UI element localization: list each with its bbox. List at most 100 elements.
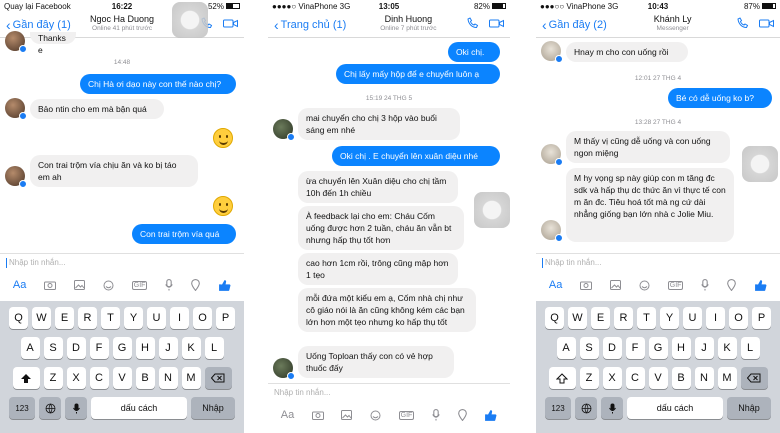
key-e[interactable]: E	[55, 307, 74, 329]
photo-icon[interactable]	[341, 410, 353, 420]
key-z[interactable]: Z	[579, 367, 599, 389]
key-p[interactable]: P	[752, 307, 771, 329]
microphone-icon[interactable]	[432, 409, 440, 421]
key-h[interactable]: H	[671, 337, 691, 359]
camera-icon[interactable]	[44, 280, 57, 290]
key-c[interactable]: C	[89, 367, 109, 389]
chat-head-overlay[interactable]	[742, 146, 778, 182]
chat-title[interactable]: Dinh Huong Online 7 phút trước	[380, 14, 436, 32]
microphone-icon[interactable]	[701, 279, 710, 291]
chat-head-overlay[interactable]	[172, 2, 208, 38]
chat-head-overlay[interactable]	[474, 192, 510, 228]
key-v[interactable]: V	[648, 367, 668, 389]
chat-title[interactable]: Ngoc Ha Duong Online 41 phút trước	[90, 14, 154, 32]
key-l[interactable]: L	[204, 337, 224, 359]
key-j[interactable]: J	[158, 337, 178, 359]
key-t[interactable]: T	[637, 307, 656, 329]
key-u[interactable]: U	[683, 307, 702, 329]
video-call-icon[interactable]	[223, 18, 238, 29]
key-l[interactable]: L	[740, 337, 760, 359]
key-c[interactable]: C	[625, 367, 645, 389]
globe-key-icon[interactable]	[575, 397, 597, 419]
back-button[interactable]: ‹ Gần đây (1)	[0, 18, 71, 32]
photo-icon[interactable]	[74, 280, 86, 290]
key-d[interactable]: D	[602, 337, 622, 359]
message-input[interactable]: Nhập tin nhắn...	[536, 253, 780, 271]
numbers-key[interactable]: 123	[9, 397, 35, 419]
key-n[interactable]: N	[158, 367, 178, 389]
video-call-icon[interactable]	[489, 18, 504, 29]
return-key[interactable]: Nhập	[727, 397, 771, 419]
key-g[interactable]: G	[112, 337, 132, 359]
key-i[interactable]: I	[170, 307, 189, 329]
dictation-key-icon[interactable]	[65, 397, 87, 419]
key-d[interactable]: D	[66, 337, 86, 359]
space-key[interactable]: dấu cách	[627, 397, 723, 419]
camera-icon[interactable]	[580, 280, 593, 290]
key-b[interactable]: B	[135, 367, 155, 389]
key-q[interactable]: Q	[9, 307, 28, 329]
sticker-icon[interactable]	[639, 280, 650, 291]
phone-call-icon[interactable]	[467, 17, 479, 29]
thumbs-up-icon[interactable]	[484, 409, 497, 422]
key-w[interactable]: W	[568, 307, 587, 329]
key-p[interactable]: P	[216, 307, 235, 329]
numbers-key[interactable]: 123	[545, 397, 571, 419]
sticker-icon[interactable]	[103, 280, 114, 291]
key-g[interactable]: G	[648, 337, 668, 359]
key-o[interactable]: O	[193, 307, 212, 329]
key-v[interactable]: V	[112, 367, 132, 389]
gif-icon[interactable]: GIF	[398, 410, 415, 420]
key-x[interactable]: X	[602, 367, 622, 389]
location-icon[interactable]	[727, 279, 736, 291]
camera-icon[interactable]	[311, 410, 324, 420]
chat-title[interactable]: Khánh Ly Messenger	[654, 14, 692, 32]
location-icon[interactable]	[191, 279, 200, 291]
video-call-icon[interactable]	[759, 18, 774, 29]
microphone-icon[interactable]	[165, 279, 174, 291]
key-k[interactable]: K	[717, 337, 737, 359]
backspace-key-icon[interactable]	[740, 367, 768, 389]
key-i[interactable]: I	[706, 307, 725, 329]
key-s[interactable]: S	[579, 337, 599, 359]
key-m[interactable]: M	[717, 367, 737, 389]
key-a[interactable]: A	[556, 337, 576, 359]
phone-call-icon[interactable]	[737, 17, 749, 29]
thumbs-up-icon[interactable]	[218, 279, 231, 292]
key-b[interactable]: B	[671, 367, 691, 389]
key-q[interactable]: Q	[545, 307, 564, 329]
key-o[interactable]: O	[729, 307, 748, 329]
message-input[interactable]: Nhập tin nhắn...	[0, 253, 244, 271]
back-button[interactable]: ‹ Gần đây (2)	[536, 18, 607, 32]
key-w[interactable]: W	[32, 307, 51, 329]
key-y[interactable]: Y	[124, 307, 143, 329]
dictation-key-icon[interactable]	[601, 397, 623, 419]
shift-key-icon[interactable]	[12, 367, 40, 389]
key-y[interactable]: Y	[660, 307, 679, 329]
key-z[interactable]: Z	[43, 367, 63, 389]
backspace-key-icon[interactable]	[204, 367, 232, 389]
key-r[interactable]: R	[614, 307, 633, 329]
back-button[interactable]: ‹ Trang chủ (1)	[268, 18, 346, 32]
key-j[interactable]: J	[694, 337, 714, 359]
key-k[interactable]: K	[181, 337, 201, 359]
key-f[interactable]: F	[625, 337, 645, 359]
key-r[interactable]: R	[78, 307, 97, 329]
gif-icon[interactable]: GIF	[131, 280, 148, 290]
aa-text-icon[interactable]: Aa	[549, 279, 562, 291]
sticker-icon[interactable]	[370, 410, 381, 421]
shift-key-icon[interactable]	[548, 367, 576, 389]
key-m[interactable]: M	[181, 367, 201, 389]
key-f[interactable]: F	[89, 337, 109, 359]
key-h[interactable]: H	[135, 337, 155, 359]
gif-icon[interactable]: GIF	[667, 280, 684, 290]
space-key[interactable]: dấu cách	[91, 397, 187, 419]
key-s[interactable]: S	[43, 337, 63, 359]
globe-key-icon[interactable]	[39, 397, 61, 419]
thumbs-up-icon[interactable]	[754, 279, 767, 292]
message-input[interactable]: Nhập tin nhắn...	[268, 383, 510, 401]
aa-text-icon[interactable]: Aa	[13, 279, 26, 291]
key-e[interactable]: E	[591, 307, 610, 329]
key-x[interactable]: X	[66, 367, 86, 389]
key-n[interactable]: N	[694, 367, 714, 389]
